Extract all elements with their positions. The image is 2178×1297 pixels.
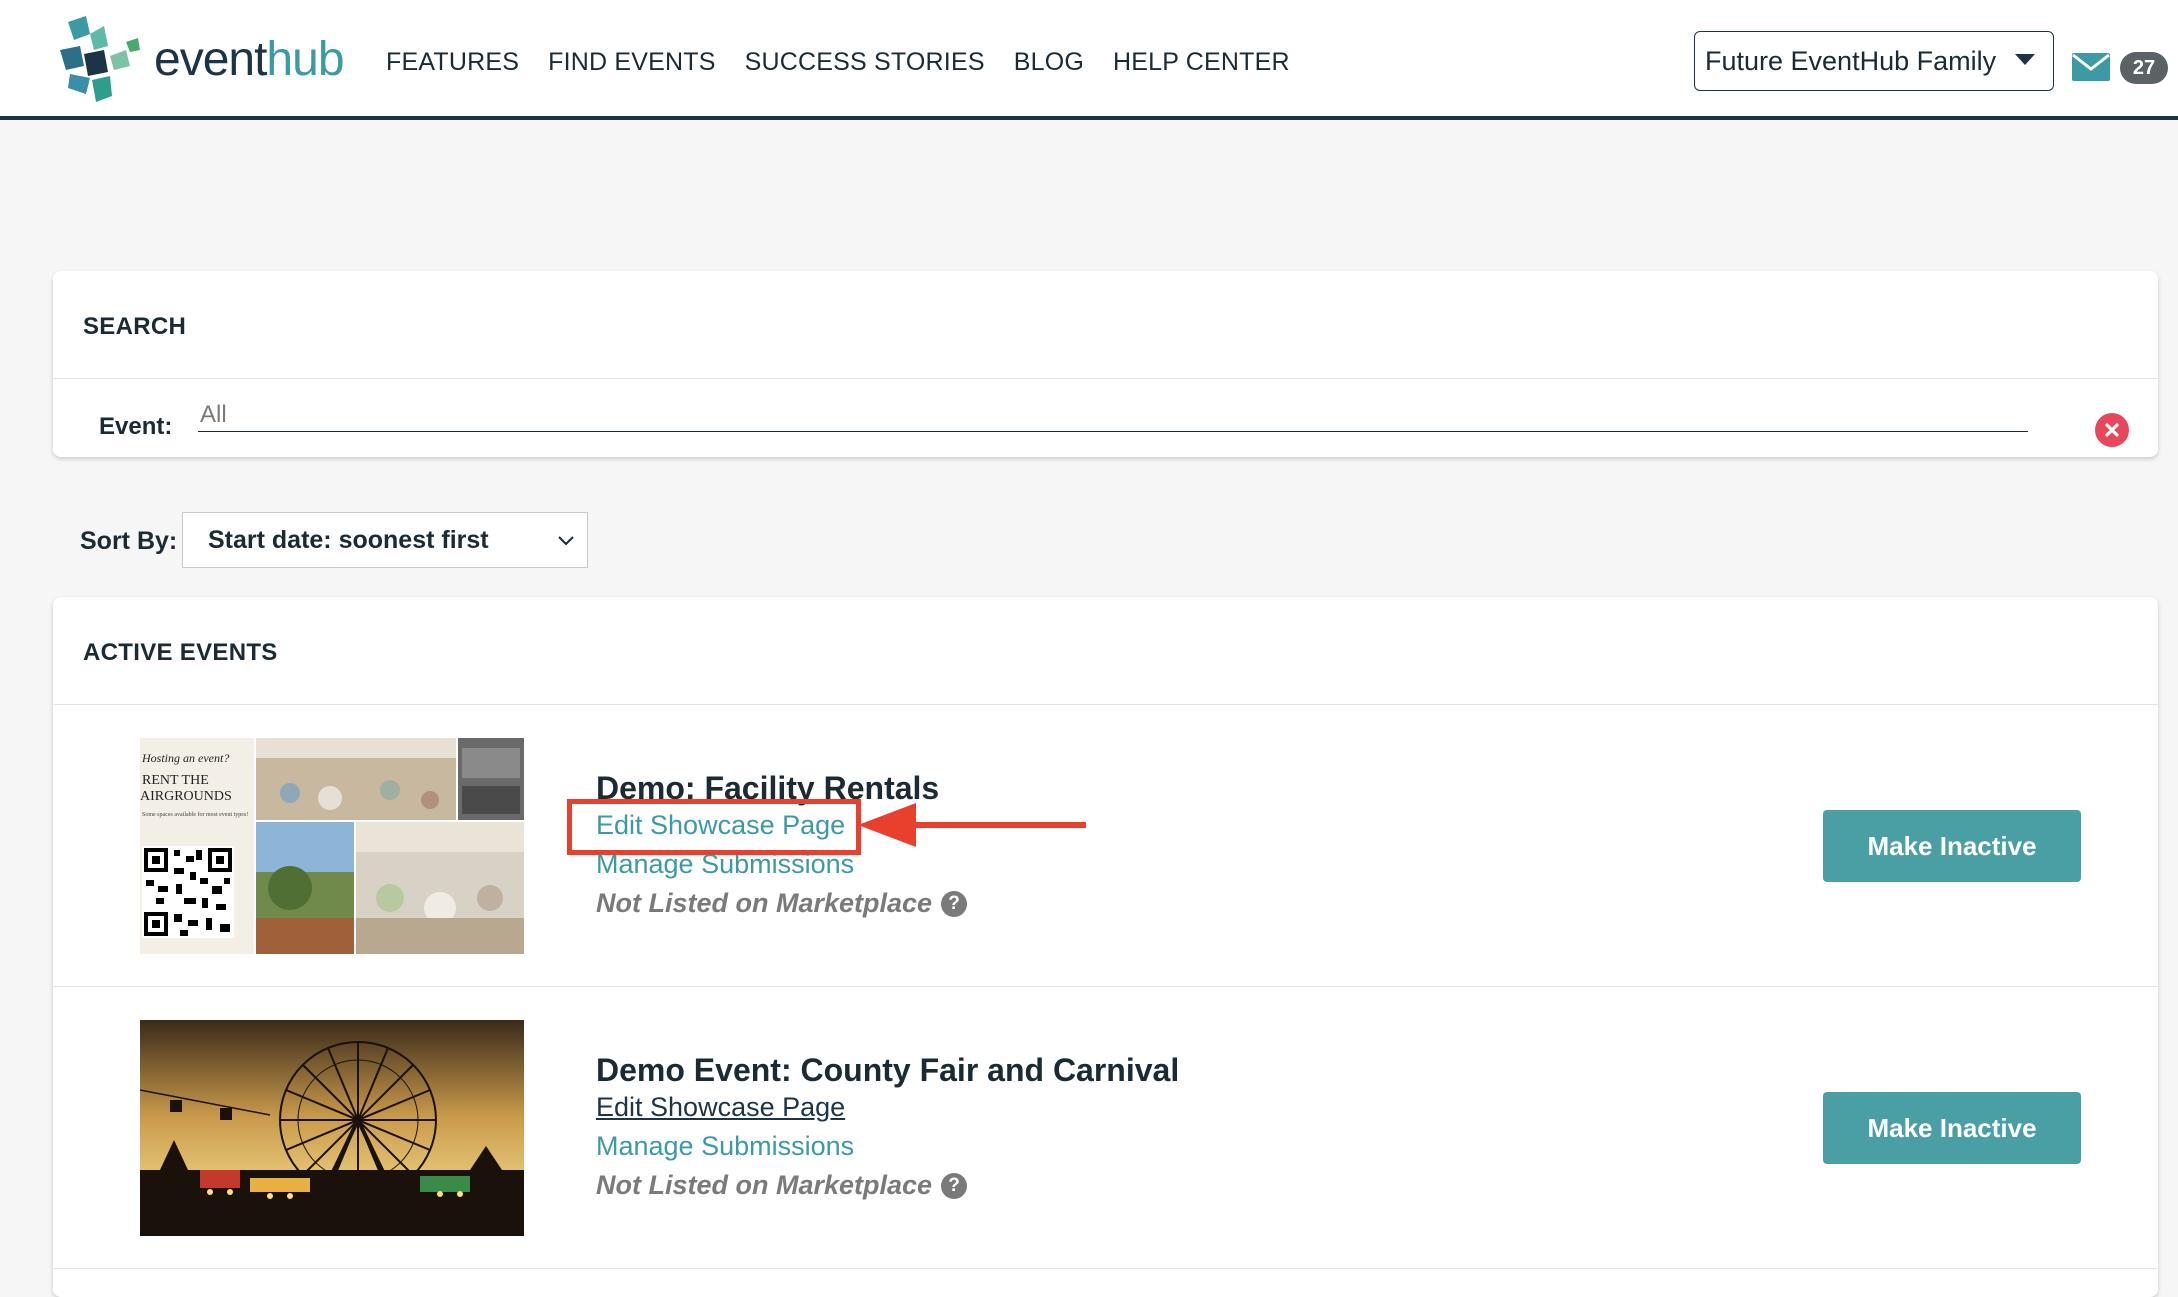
event-filter-label: Event: [99,413,173,440]
event-thumbnail-county-fair[interactable] [140,1020,524,1236]
logo-word-hub: hub [266,32,344,86]
nav-find-events[interactable]: FIND EVENTS [548,48,716,77]
chevron-down-icon [558,536,574,546]
divider [53,1268,2158,1269]
top-navigation-bar: eventhub FEATURES FIND EVENTS SUCCESS ST… [0,0,2178,120]
divider [53,378,2158,379]
active-events-panel: ACTIVE EVENTS Hosting an event? RENT THE… [53,597,2158,1297]
event-filter-input[interactable] [198,399,2028,432]
account-select[interactable]: Future EventHub Family [1694,31,2054,91]
nav-blog[interactable]: BLOG [1014,48,1084,77]
ferris-wheel-image [140,1020,524,1236]
nav-success-stories[interactable]: SUCCESS STORIES [745,48,985,77]
manage-submissions-link[interactable]: Manage Submissions [596,1131,854,1162]
marketplace-status-text: Not Listed on Marketplace [596,888,933,918]
message-count-badge[interactable]: 27 [2120,52,2168,84]
search-panel: SEARCH Event: [53,271,2158,457]
thumb-text-2: RENT THE [142,773,209,788]
event-title: Demo Event: County Fair and Carnival [596,1052,1180,1088]
divider [53,986,2158,987]
eventhub-logo[interactable]: eventhub [60,16,345,102]
sort-label: Sort By: [80,527,178,555]
caret-down-icon [2015,54,2035,65]
divider [53,704,2158,705]
logo-mark-icon [60,16,140,102]
marketplace-status-text: Not Listed on Marketplace [596,1170,933,1200]
active-events-title: ACTIVE EVENTS [83,639,278,666]
annotation-arrow-icon [858,803,1086,847]
account-select-value: Future EventHub Family [1705,45,1997,76]
make-inactive-button[interactable]: Make Inactive [1823,810,2081,882]
logo-wordmark: eventhub [154,32,345,87]
marketplace-status: Not Listed on Marketplace ? [596,1170,968,1201]
sort-select[interactable]: Start date: soonest first [182,512,588,568]
annotation-highlight-box [567,799,861,855]
event-thumbnail-facility-rentals[interactable]: Hosting an event? RENT THE AIRGROUNDS So… [140,738,524,954]
clear-circle-icon[interactable] [2095,413,2129,447]
question-circle-icon[interactable]: ? [941,1172,968,1199]
nav-help-center[interactable]: HELP CENTER [1113,48,1290,77]
sort-select-value: Start date: soonest first [208,525,489,554]
edit-showcase-page-link[interactable]: Edit Showcase Page [596,1092,845,1123]
main-nav: FEATURES FIND EVENTS SUCCESS STORIES BLO… [386,48,1290,77]
logo-word-event: event [154,32,267,86]
thumb-text-1: Hosting an event? [141,751,229,765]
question-circle-icon[interactable]: ? [941,890,968,917]
search-panel-title: SEARCH [83,313,187,340]
thumb-text-3: AIRGROUNDS [140,789,232,804]
thumb-text-4: Some spaces available for most event typ… [142,811,248,818]
facility-collage-image: Hosting an event? RENT THE AIRGROUNDS So… [140,738,524,954]
qr-code-icon [142,846,234,938]
nav-features[interactable]: FEATURES [386,48,519,77]
make-inactive-button[interactable]: Make Inactive [1823,1092,2081,1164]
marketplace-status: Not Listed on Marketplace ? [596,888,968,919]
x-icon [2105,423,2119,437]
mail-icon[interactable] [2071,52,2111,82]
